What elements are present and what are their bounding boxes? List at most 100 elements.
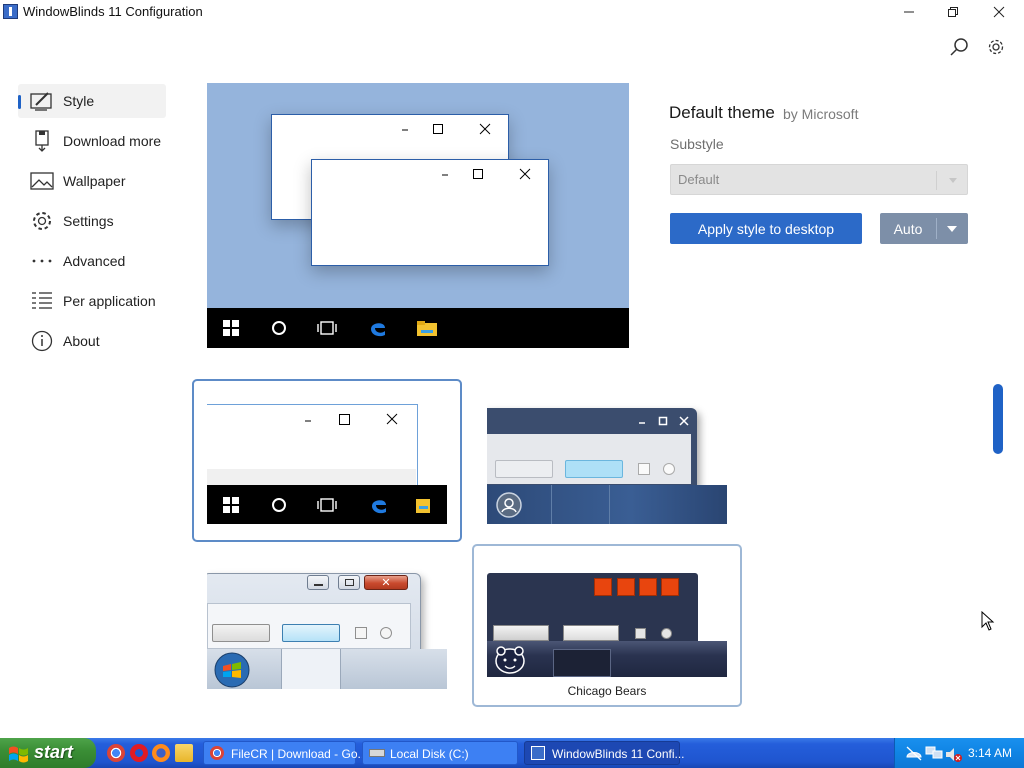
drive-icon	[369, 749, 385, 757]
window-controls-icon	[639, 416, 689, 426]
theme-thumbnail-dark-blue[interactable]	[487, 396, 727, 524]
select-divider	[936, 171, 937, 190]
theme-preview	[207, 83, 629, 348]
download-icon	[30, 130, 54, 152]
close-icon	[993, 6, 1005, 18]
chrome-icon	[210, 746, 224, 760]
minimize-icon	[904, 11, 914, 13]
minimize-icon	[399, 123, 411, 135]
thumbnail-window-footer	[207, 469, 416, 485]
info-icon	[30, 330, 54, 352]
volume-muted-icon[interactable]	[945, 747, 963, 763]
mouse-cursor-icon	[981, 611, 995, 631]
cortana-icon	[268, 318, 290, 338]
edge-icon	[372, 500, 386, 514]
thumbnail-taskbar	[487, 485, 727, 524]
start-button[interactable]: start	[0, 738, 96, 768]
thumbnail-checkbox	[638, 463, 650, 475]
thumbnail-taskbar	[207, 485, 447, 524]
theme-name: Default theme	[669, 103, 775, 122]
substyle-value: Default	[678, 172, 720, 187]
taskbar-item-label: FileCR | Download - Go...	[231, 747, 368, 761]
taskbar-item-windowblinds[interactable]: WindowBlinds 11 Confi...	[524, 741, 685, 765]
theme-thumbnail-windows7[interactable]: ✕	[207, 565, 447, 689]
maximize-icon	[338, 575, 360, 590]
split-divider	[936, 218, 937, 239]
sidebar-item-label: Download more	[63, 133, 162, 149]
clock: 3:14 AM	[968, 746, 1013, 760]
windows-logo-icon	[220, 318, 242, 338]
apply-style-button[interactable]: Apply style to desktop	[670, 213, 862, 244]
thumbnail-button-hover	[282, 624, 340, 642]
maximize-icon	[432, 123, 444, 135]
windows-flag-icon	[9, 746, 28, 763]
windowblinds-icon	[531, 746, 545, 760]
close-button[interactable]	[976, 0, 1022, 24]
thumbnail-button	[495, 460, 553, 478]
file-explorer-icon	[416, 499, 430, 513]
close-icon: ✕	[364, 575, 408, 590]
search-icon	[950, 38, 968, 56]
folder-icon[interactable]	[175, 744, 193, 762]
taskbar-item-local-disk[interactable]: Local Disk (C:)	[362, 741, 518, 765]
sidebar-item-per-application[interactable]: Per application	[18, 284, 166, 318]
search-button[interactable]	[948, 36, 970, 58]
task-view-icon	[317, 498, 337, 512]
opera-icon[interactable]	[130, 744, 148, 762]
sidebar-item-advanced[interactable]: Advanced	[18, 244, 166, 278]
thumbnail-radio	[380, 627, 392, 639]
sidebar-item-label: Wallpaper	[63, 173, 126, 189]
minimize-icon	[307, 575, 329, 590]
maximize-icon	[472, 168, 484, 180]
network-connection-icon[interactable]	[925, 745, 945, 761]
sidebar-item-settings[interactable]: Settings	[18, 204, 166, 238]
substyle-select[interactable]: Default	[670, 164, 968, 195]
theme-author: by Microsoft	[783, 106, 859, 122]
thumbnail-button-hover	[565, 460, 623, 478]
window-title: WindowBlinds 11 Configuration	[23, 4, 203, 19]
sidebar-item-wallpaper[interactable]: Wallpaper	[18, 164, 166, 198]
thumbnail-caption: Chicago Bears	[567, 684, 647, 698]
start-orb-icon	[496, 492, 522, 518]
taskbar-item-label: WindowBlinds 11 Confi...	[552, 747, 685, 761]
edge-icon	[367, 318, 389, 338]
minimize-icon	[594, 578, 612, 596]
list-icon	[30, 290, 54, 312]
close-icon	[661, 578, 679, 596]
vertical-scrollbar-thumb[interactable]	[993, 384, 1003, 454]
thumbnail-button	[493, 625, 549, 641]
chevron-down-icon[interactable]	[947, 226, 957, 232]
sidebar-item-label: Settings	[63, 213, 114, 229]
sidebar-item-label: Per application	[63, 293, 156, 309]
thumbnail-radio	[661, 628, 672, 639]
auto-split-button[interactable]: Auto	[880, 213, 968, 244]
settings-button[interactable]	[985, 36, 1007, 58]
minimize-button[interactable]	[886, 0, 932, 24]
thumbnail-bears-preview	[487, 565, 727, 677]
sidebar-item-download-more[interactable]: Download more	[18, 124, 166, 158]
cortana-icon	[272, 498, 286, 512]
sidebar-item-label: About	[63, 333, 100, 349]
restore-icon	[948, 7, 958, 17]
thumbnail-radio	[663, 463, 675, 475]
maximize-icon	[639, 578, 657, 596]
network-offline-icon[interactable]	[905, 745, 923, 761]
firefox-icon[interactable]	[152, 744, 170, 762]
gear-icon	[988, 39, 1004, 55]
sidebar: Style Download more Wallpaper Settings A…	[18, 84, 166, 364]
chrome-icon[interactable]	[107, 744, 125, 762]
sidebar-item-style[interactable]: Style	[18, 84, 166, 118]
sidebar-item-about[interactable]: About	[18, 324, 166, 358]
close-icon	[479, 123, 491, 135]
app-icon	[3, 4, 18, 19]
sidebar-item-label: Advanced	[63, 253, 126, 269]
thumbnail-checkbox	[635, 628, 646, 639]
auto-button-label[interactable]: Auto	[880, 213, 936, 244]
thumbnail-button	[212, 624, 270, 642]
thumbnail-button-hover	[563, 625, 619, 641]
bears-logo-icon	[495, 646, 525, 674]
windows-logo-icon	[223, 497, 239, 513]
taskbar-item-chrome[interactable]: FileCR | Download - Go...	[203, 741, 368, 765]
task-view-icon	[316, 318, 338, 338]
restore-button[interactable]	[930, 0, 976, 24]
